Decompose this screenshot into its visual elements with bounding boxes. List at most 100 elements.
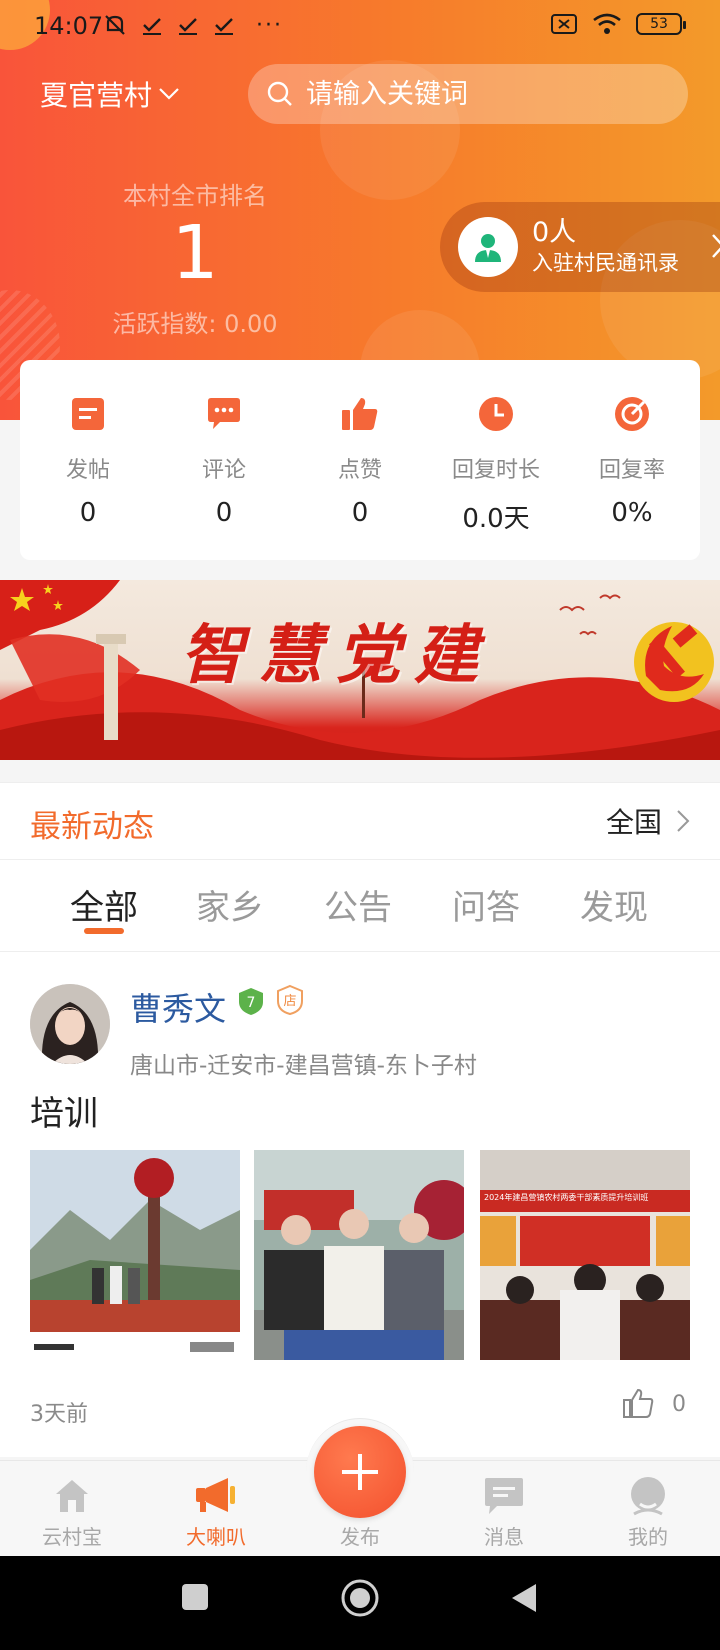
stat-label: 点赞 xyxy=(337,458,382,483)
post-photo[interactable] xyxy=(30,1150,240,1360)
feed-tabs: 全部 家乡 公告 问答 发现 xyxy=(0,860,720,952)
app-screen: 14:07 ··· 53 夏官营村 本村全市排名 xyxy=(0,0,720,1650)
battery-level: 53 xyxy=(650,16,668,32)
rank-value: 1 xyxy=(171,210,219,296)
post-photo[interactable]: 2024年建昌营镇农村两委干部素质提升培训班 xyxy=(480,1150,690,1360)
active-tab-indicator xyxy=(84,928,124,934)
stat-value: 0 xyxy=(79,498,97,528)
chevron-down-icon xyxy=(159,88,179,100)
stats-card: 发帖 0 评论 0 点赞 0 回复时长 0.0天 回复率 0% xyxy=(20,360,700,560)
scope-selector[interactable]: 全国 xyxy=(606,801,690,841)
comment-icon xyxy=(204,394,244,434)
avatar[interactable] xyxy=(30,984,110,1064)
stat-value: 0.0天 xyxy=(462,504,530,534)
level-value: 7 xyxy=(247,995,256,1011)
check-icon xyxy=(143,18,161,35)
home-icon xyxy=(22,1473,122,1519)
stat-label: 评论 xyxy=(201,458,246,483)
stat-comments: 评论 0 xyxy=(156,360,292,560)
back-button[interactable] xyxy=(508,1582,538,1614)
post-author[interactable]: 曹秀文 xyxy=(130,984,226,1030)
latest-title: 最新动态 xyxy=(30,809,154,845)
tab-discover[interactable]: 发现 xyxy=(564,880,664,929)
tab-hometown[interactable]: 家乡 xyxy=(180,880,280,929)
nav-label: 云村宝 xyxy=(42,1525,102,1549)
village-selector[interactable]: 夏官营村 xyxy=(40,74,180,114)
stat-reply-rate: 回复率 0% xyxy=(564,360,700,560)
clock-icon xyxy=(476,394,516,434)
stat-posts: 发帖 0 xyxy=(20,360,156,560)
stat-label: 回复时长 xyxy=(451,458,540,483)
wifi-icon xyxy=(593,13,621,34)
message-icon xyxy=(454,1473,554,1519)
stat-value: 0 xyxy=(351,498,369,528)
directory-count: 0人 xyxy=(532,217,577,248)
party-building-banner[interactable]: 智慧党建 xyxy=(0,580,720,760)
post-time: 3天前 xyxy=(30,1402,88,1427)
stat-value: 0% xyxy=(611,498,653,528)
header-hero: 14:07 ··· 53 夏官营村 本村全市排名 xyxy=(0,0,720,420)
search-bar[interactable] xyxy=(248,64,688,124)
post-text: 培训 xyxy=(30,1094,98,1134)
sim-off-icon xyxy=(551,14,577,34)
like-button[interactable]: 0 xyxy=(622,1388,686,1420)
stat-label: 回复率 xyxy=(598,458,665,483)
status-time: 14:07 xyxy=(34,12,104,40)
search-icon xyxy=(267,81,292,106)
like-count: 0 xyxy=(672,1391,686,1417)
feed-post[interactable]: 曹秀文 7 店 唐山市-迁安市-建昌营镇-东卜子村 培训 2024年建昌营镇农村… xyxy=(0,952,720,1457)
latest-news-bar: 最新动态 全国 xyxy=(0,782,720,860)
stat-likes: 点赞 0 xyxy=(292,360,428,560)
contact-icon xyxy=(458,217,518,277)
rank-label: 本村全市排名 xyxy=(123,182,267,210)
thumbs-up-icon xyxy=(623,1388,654,1418)
nav-megaphone[interactable]: 大喇叭 xyxy=(166,1473,266,1550)
check-icon xyxy=(179,18,197,35)
nav-label: 大喇叭 xyxy=(186,1525,246,1549)
stat-value: 0 xyxy=(215,498,233,528)
directory-label: 入驻村民通讯录 xyxy=(532,251,679,275)
status-notification-icons: ··· xyxy=(102,12,283,38)
more-icon: ··· xyxy=(256,12,283,38)
shop-badge-icon: 店 xyxy=(276,984,304,1020)
nav-label: 我的 xyxy=(628,1525,668,1549)
profile-icon xyxy=(598,1473,698,1519)
tab-qa[interactable]: 问答 xyxy=(436,880,536,929)
post-location: 唐山市-迁安市-建昌营镇-东卜子村 xyxy=(130,1053,477,1079)
chevron-right-icon xyxy=(677,810,690,832)
stat-reply-time: 回复时长 0.0天 xyxy=(428,360,564,560)
stat-label: 发帖 xyxy=(65,458,110,483)
home-button[interactable] xyxy=(340,1578,380,1618)
post-photo[interactable] xyxy=(254,1150,464,1360)
level-badge-icon: 7 xyxy=(236,986,266,1020)
nav-label: 消息 xyxy=(484,1525,524,1549)
tab-announcements[interactable]: 公告 xyxy=(308,880,408,929)
system-navigation-bar xyxy=(0,1556,720,1650)
check-icon xyxy=(215,18,233,35)
megaphone-icon xyxy=(166,1473,266,1519)
nav-messages[interactable]: 消息 xyxy=(454,1473,554,1550)
thumbs-up-icon xyxy=(340,394,380,434)
search-input[interactable] xyxy=(306,78,666,110)
publish-button[interactable] xyxy=(314,1426,406,1518)
villager-directory-button[interactable]: 0人 入驻村民通讯录 xyxy=(440,202,720,292)
status-system-icons: 53 xyxy=(550,12,686,36)
recents-button[interactable] xyxy=(180,1582,210,1612)
shop-badge-text: 店 xyxy=(283,994,296,1009)
reply-rate-icon xyxy=(612,394,652,434)
activity-index: 活跃指数: 0.00 xyxy=(112,310,278,338)
village-name: 夏官营村 xyxy=(40,79,153,112)
tab-all[interactable]: 全部 xyxy=(54,880,154,929)
nav-profile[interactable]: 我的 xyxy=(598,1473,698,1550)
mute-icon xyxy=(105,15,125,35)
scope-label: 全国 xyxy=(605,806,662,839)
battery-icon: 53 xyxy=(636,13,686,35)
nav-home[interactable]: 云村宝 xyxy=(22,1473,122,1550)
status-bar: 14:07 ··· 53 xyxy=(0,0,720,56)
plus-icon xyxy=(342,1454,378,1490)
chevron-right-icon xyxy=(712,234,720,258)
directory-text: 0人 入驻村民通讯录 xyxy=(532,217,679,277)
banner-title: 智慧党建 xyxy=(180,618,492,693)
photo-banner-text: 2024年建昌营镇农村两委干部素质提升培训班 xyxy=(484,1193,649,1202)
post-icon xyxy=(68,394,108,434)
